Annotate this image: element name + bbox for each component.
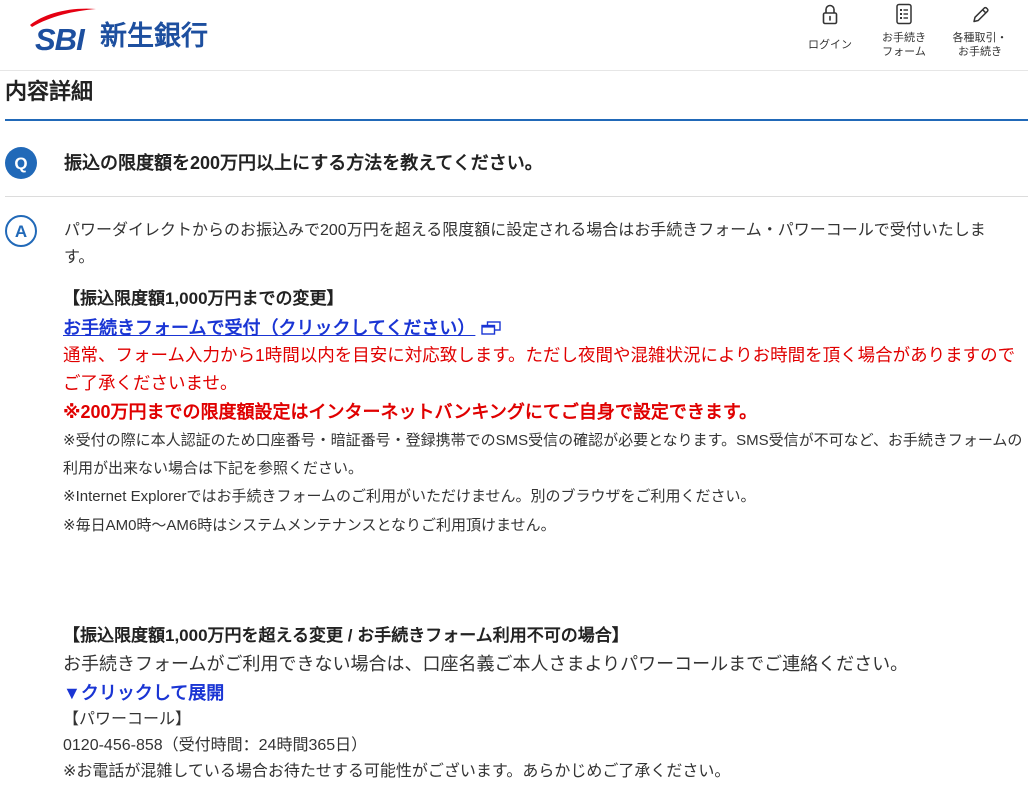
site-header: SBI 新生銀行 ログイン お手続き フォーム 各種取引・ お手続き bbox=[0, 0, 1028, 71]
nav-label-line: ログイン bbox=[808, 39, 852, 51]
contact-note: ※お電話が混雑している場合お待たせする可能性がございます。あらかじめご了承くださ… bbox=[63, 763, 731, 780]
nav-label-line: フォーム bbox=[882, 46, 926, 58]
answer-intro: パワーダイレクトからのお振込みで200万円を超える限度額に設定される場合はお手続… bbox=[64, 222, 986, 266]
section1-heading: 【振込限度額1,000万円までの変更】 bbox=[63, 289, 344, 308]
logo-mark-text: SBI bbox=[35, 22, 86, 57]
section2-text: お手続きフォームがご利用できない場合は、口座名義ご本人さまよりパワーコールまでご… bbox=[63, 654, 909, 674]
question-divider bbox=[5, 196, 1028, 197]
nav-login-label: ログイン bbox=[795, 29, 865, 61]
response-time-notice: 通常、フォーム入力から1時間以内を目安に対応致します。ただし夜間や混雑状況により… bbox=[63, 345, 1016, 393]
nav-label-line: お手続き bbox=[958, 46, 1002, 58]
sbi-logo-mark[interactable]: SBI bbox=[28, 4, 100, 57]
contact-title: 【パワーコール】 bbox=[63, 711, 192, 728]
note-item: ※受付の際に本人認証のため口座番号・暗証番号・登録携帯でのSMS受信の確認が必要… bbox=[63, 432, 1023, 477]
question-text: 振込の限度額を200万円以上にする方法を教えてください。 bbox=[64, 153, 543, 173]
lock-icon bbox=[822, 4, 838, 25]
form-icon bbox=[896, 3, 912, 25]
contact-phone: 0120-456-858（受付時間：24時間365日） bbox=[63, 737, 368, 754]
external-window-icon[interactable] bbox=[481, 321, 502, 335]
procedure-form-link-row: お手続きフォームで受付（クリックしてください） bbox=[63, 314, 1026, 342]
expand-toggle[interactable]: ▼クリックして展開 bbox=[63, 679, 224, 707]
nav-transactions-button[interactable]: 各種取引・ お手続き bbox=[945, 3, 1015, 63]
question-badge: Q bbox=[5, 147, 37, 179]
nav-login-button[interactable]: ログイン bbox=[795, 3, 865, 63]
nav-procedure-form-button[interactable]: お手続き フォーム bbox=[869, 3, 939, 63]
section2-heading: 【振込限度額1,000万円を超える変更 / お手続きフォーム利用不可の場合】 bbox=[63, 626, 629, 645]
title-divider bbox=[5, 119, 1028, 121]
nav-procedure-form-label: お手続き フォーム bbox=[869, 29, 939, 61]
nav-transactions-label: 各種取引・ お手続き bbox=[945, 29, 1015, 61]
pen-icon bbox=[973, 6, 989, 23]
nav-label-line: 各種取引・ bbox=[952, 32, 1008, 44]
nav-label-line: お手続き bbox=[882, 32, 926, 44]
note-item: ※毎日AM0時～AM6時はシステムメンテナンスとなりご利用頂けません。 bbox=[63, 517, 556, 534]
page-title: 内容詳細 bbox=[5, 79, 94, 104]
answer-badge: A bbox=[5, 215, 37, 247]
note-item: ※Internet Explorerではお手続きフォームのご利用がいただけません… bbox=[63, 488, 756, 505]
logo-bank-name[interactable]: 新生銀行 bbox=[100, 20, 208, 52]
self-setting-notice: ※200万円までの限度額設定はインターネットバンキングにてご自身で設定できます。 bbox=[63, 402, 758, 422]
procedure-form-link[interactable]: お手続きフォームで受付（クリックしてください） bbox=[63, 318, 475, 338]
